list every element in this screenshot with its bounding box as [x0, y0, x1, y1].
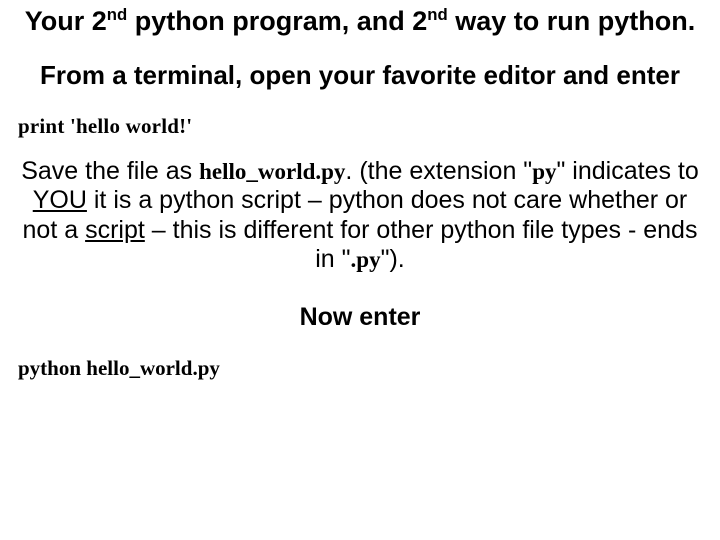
slide: Your 2nd python program, and 2nd way to …: [0, 0, 720, 540]
title-part1: Your 2: [25, 6, 107, 36]
body-t2: . (the extension ": [345, 157, 532, 185]
code-print-line: print 'hello world!': [18, 114, 704, 139]
script-text: script: [85, 216, 145, 244]
ext-py-1: py: [532, 159, 556, 184]
body-t5: – this is different for other python fil…: [145, 216, 698, 274]
now-enter-label: Now enter: [16, 303, 704, 332]
filename-text: hello_world.py: [199, 159, 345, 184]
code-run-line: python hello_world.py: [18, 356, 704, 381]
title-sup2: nd: [427, 5, 447, 24]
body-paragraph: Save the file as hello_world.py. (the ex…: [16, 157, 704, 275]
title-part3: way to run python.: [448, 6, 696, 36]
title-part2: python program, and 2: [127, 6, 427, 36]
title-sup1: nd: [107, 5, 127, 24]
body-t6: ").: [381, 245, 405, 273]
you-text: YOU: [33, 186, 87, 214]
body-t1: Save the file as: [21, 157, 199, 185]
ext-py-2: .py: [351, 247, 381, 272]
slide-title: Your 2nd python program, and 2nd way to …: [16, 6, 704, 38]
body-t3: " indicates to: [556, 157, 698, 185]
slide-subtitle: From a terminal, open your favorite edit…: [16, 60, 704, 92]
